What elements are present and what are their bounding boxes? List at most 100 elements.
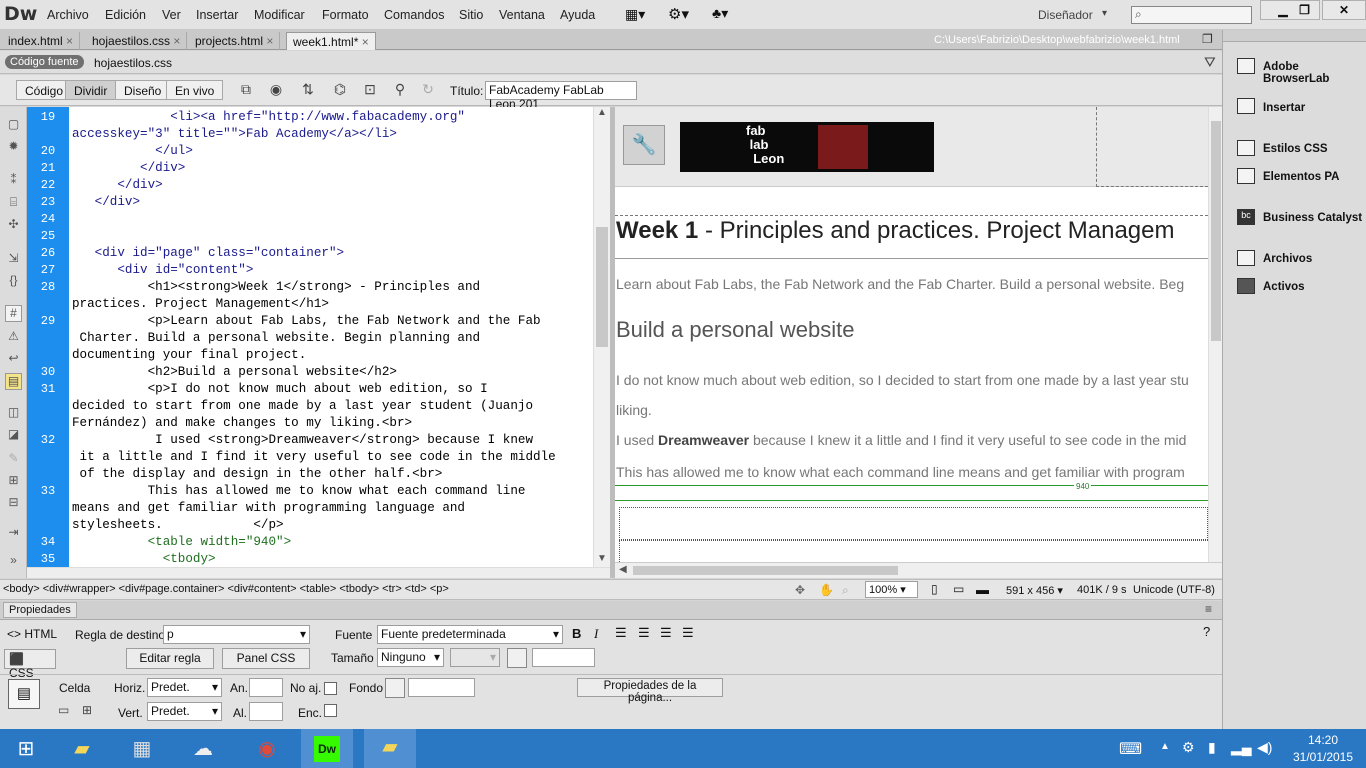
line-numbers-icon[interactable]: # — [5, 305, 22, 322]
paragraph-line[interactable]: This has allowed me to know what each co… — [616, 464, 1185, 480]
nowrap-checkbox[interactable] — [324, 682, 337, 695]
code-line[interactable]: <p>I do not know much about web edition,… — [72, 382, 488, 396]
related-file-hojaestilos[interactable]: hojaestilos.css — [94, 56, 172, 70]
panel-assets[interactable]: Activos — [1263, 281, 1305, 293]
menu-sitio[interactable]: Sitio — [459, 8, 483, 22]
css-mode-button[interactable]: ⬛ CSS — [4, 649, 56, 680]
mobile-size-icon[interactable]: ▯ — [931, 582, 938, 596]
panel-grip[interactable] — [1223, 30, 1366, 42]
recent-snippets-icon[interactable]: ⊞ — [5, 473, 22, 490]
menu-ver[interactable]: Ver — [162, 8, 181, 22]
merge-cells-icon[interactable]: ▭ — [58, 703, 69, 717]
hand-tool-icon[interactable]: ✋ — [819, 583, 834, 597]
design-vertical-scrollbar[interactable] — [1208, 107, 1222, 562]
fablab-leon-logo-image[interactable]: fab lab Leon — [680, 122, 934, 172]
scroll-down-icon[interactable]: ▼ — [597, 553, 607, 564]
code-line[interactable]: <div id="page" class="container"> — [72, 246, 344, 260]
tab-week1-html[interactable]: week1.html* × — [286, 32, 376, 50]
dreamweaver-task-icon[interactable]: Dw — [301, 729, 353, 768]
height-input[interactable] — [249, 702, 283, 721]
chrome-icon[interactable]: ◉ — [241, 731, 293, 767]
vert-align-select[interactable]: Predet. ▾ — [147, 702, 222, 721]
design-horizontal-scrollbar[interactable]: ◀ — [615, 562, 1222, 578]
code-line[interactable]: </div> — [72, 178, 162, 192]
restore-doc-icon[interactable]: ❐ — [1202, 32, 1213, 46]
keyboard-icon[interactable]: ⌨ — [1119, 739, 1142, 759]
select-parent-tag-icon[interactable]: ⇲ — [5, 251, 22, 268]
align-right-icon[interactable]: ☰ — [660, 625, 672, 641]
code-line[interactable]: means and get familiar with programming … — [72, 501, 465, 515]
code-line[interactable]: of the display and design in the other h… — [72, 467, 443, 481]
zoom-select[interactable]: 100% ▾ — [865, 581, 918, 598]
menu-ventana[interactable]: Ventana — [499, 8, 545, 22]
close-button[interactable]: ✕ — [1322, 0, 1366, 20]
windows-start-icon[interactable]: ⊞ — [0, 731, 52, 767]
intro-paragraph[interactable]: Learn about Fab Labs, the Fab Network an… — [616, 276, 1184, 292]
more-tools-icon[interactable]: » — [5, 553, 22, 570]
color-input[interactable] — [532, 648, 595, 667]
preview-browser-icon[interactable]: ◉ — [266, 81, 286, 101]
close-tab-icon[interactable]: × — [266, 34, 273, 48]
css-panel-button[interactable]: Panel CSS — [222, 648, 310, 669]
battery-icon[interactable]: ▮ — [1208, 739, 1216, 756]
menu-comandos[interactable]: Comandos — [384, 8, 444, 22]
indent-icon[interactable]: ⇥ — [5, 525, 22, 542]
clock-time[interactable]: 14:20 — [1301, 733, 1345, 747]
header-checkbox[interactable] — [324, 704, 337, 717]
code-line[interactable]: <tbody> — [72, 552, 216, 566]
code-line[interactable]: decided to start from one made by a last… — [72, 399, 533, 413]
window-size[interactable]: 591 x 456 ▾ — [1006, 584, 1063, 597]
panel-business-catalyst[interactable]: Business Catalyst — [1263, 212, 1362, 224]
design-view[interactable]: 🔧 fab lab Leon Week 1 - Principles and p… — [615, 107, 1208, 562]
calculator-icon[interactable]: ▦ — [116, 731, 168, 767]
wrap-tag-icon[interactable]: ✎ — [5, 451, 22, 468]
code-line[interactable]: </div> — [72, 161, 185, 175]
code-line[interactable]: practices. Project Management</h1> — [72, 297, 329, 311]
background-color-picker[interactable] — [385, 678, 405, 698]
search-input[interactable]: ⌕ — [1131, 6, 1252, 24]
edit-rule-button[interactable]: Editar regla — [126, 648, 214, 669]
close-tab-icon[interactable]: × — [66, 34, 73, 48]
panel-browserlab[interactable]: Adobe BrowserLab — [1263, 61, 1366, 85]
code-line[interactable]: <h2>Build a personal website</h2> — [72, 365, 397, 379]
menu-formato[interactable]: Formato — [322, 8, 369, 22]
multiscreen-icon[interactable]: ⧉ — [236, 81, 256, 101]
page-heading[interactable]: Week 1 - Principles and practices. Proje… — [616, 217, 1174, 245]
code-line[interactable]: <h1><strong>Week 1</strong> - Principles… — [72, 280, 481, 294]
tab-hojaestilos-css[interactable]: hojaestilos.css × — [86, 32, 188, 50]
code-line[interactable]: <p>Learn about Fab Labs, the Fab Network… — [72, 314, 541, 328]
syntax-coloring-icon[interactable]: ▤ — [5, 373, 22, 390]
justify-icon[interactable]: ☰ — [682, 625, 694, 641]
paint-icon[interactable]: ☁ — [177, 731, 229, 767]
word-wrap-icon[interactable]: ↩ — [5, 351, 22, 368]
width-input[interactable] — [249, 678, 283, 697]
align-center-icon[interactable]: ☰ — [638, 625, 650, 641]
size-unit-select[interactable]: ▾ — [450, 648, 500, 667]
close-tab-icon[interactable]: × — [362, 35, 369, 49]
code-line[interactable]: <li><a href="http://www.fabacademy.org" — [72, 110, 465, 124]
view-code-button[interactable]: Código — [16, 80, 73, 100]
balance-braces-icon[interactable]: {} — [5, 273, 22, 290]
network-share-icon[interactable]: ⚙ — [1182, 739, 1195, 756]
code-line[interactable]: </div> — [72, 195, 140, 209]
size-select[interactable]: Ninguno ▾ — [377, 648, 444, 667]
code-line[interactable]: accesskey="3" title="">Fab Academy</a></… — [72, 127, 397, 141]
table-row-outline[interactable] — [619, 540, 1208, 562]
remove-comment-icon[interactable]: ◪ — [5, 427, 22, 444]
collapse-tag-icon[interactable]: ⁑ — [5, 173, 22, 190]
file-management-icon[interactable]: ⇅ — [298, 81, 318, 101]
horiz-align-select[interactable]: Predet. ▾ — [147, 678, 222, 697]
tab-index-html[interactable]: index.html × — [2, 32, 81, 50]
align-left-icon[interactable]: ☰ — [615, 625, 627, 641]
explorer-folder-icon[interactable]: ▰ — [56, 731, 108, 767]
open-documents-icon[interactable]: ▢ — [5, 117, 22, 134]
desktop-size-icon[interactable]: ▬ — [976, 582, 989, 597]
paragraph-line[interactable]: liking. — [616, 402, 652, 418]
panel-menu-icon[interactable]: ≡ — [1205, 602, 1212, 616]
code-vertical-scrollbar[interactable]: ▲ ▼ — [593, 107, 610, 567]
code-line[interactable]: I used <strong>Dreamweaver</strong> beca… — [72, 433, 533, 447]
page-properties-button[interactable]: Propiedades de la página... — [577, 678, 723, 704]
clock-date[interactable]: 31/01/2015 — [1290, 750, 1356, 764]
scroll-left-icon[interactable]: ◀ — [619, 564, 627, 575]
code-horizontal-scrollbar[interactable] — [27, 567, 610, 578]
